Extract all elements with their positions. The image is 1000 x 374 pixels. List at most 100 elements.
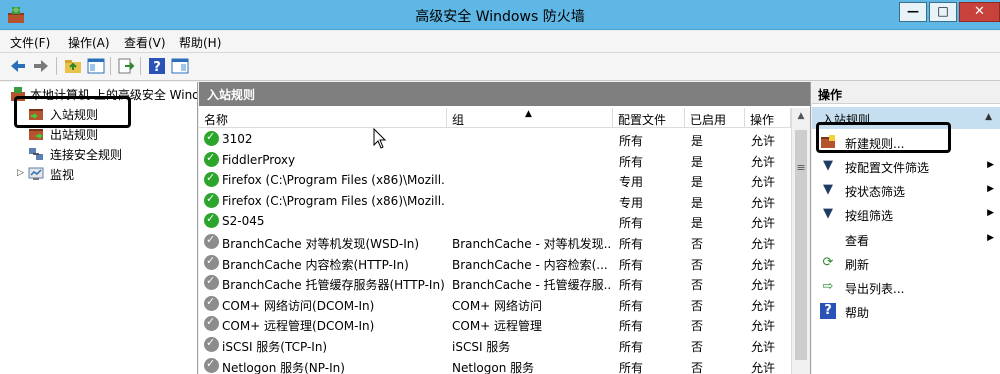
cell-enabled: 是 [691, 216, 704, 231]
pane-header: 入站规则 [199, 82, 810, 106]
action-label: 导出列表... [845, 282, 905, 296]
back-icon[interactable] [8, 56, 28, 76]
title-bar: 高级安全 Windows 防火墙 — □ ✕ [0, 0, 1000, 30]
toolbar-separator [56, 57, 57, 75]
table-row[interactable]: COM+ 网络访问(DCOM-In) COM+ 网络访问 所有 否 允许 [199, 294, 791, 315]
cell-enabled: 否 [691, 278, 704, 293]
scroll-up-arrow-icon[interactable]: ▲ [792, 108, 810, 126]
cell-name: COM+ 远程管理(DCOM-In) [222, 319, 375, 334]
tree-item-connection-security-rules[interactable]: 连接安全规则 [0, 144, 197, 164]
column-header-profile[interactable]: 配置文件 [613, 108, 685, 128]
highlight-box [14, 96, 131, 128]
column-header-action[interactable]: 操作 [745, 108, 791, 128]
menu-help[interactable]: 帮助(H) [179, 34, 221, 51]
table-row[interactable]: Netlogon 服务(NP-In) Netlogon 服务 所有 否 允许 [199, 356, 791, 374]
outbound-rules-icon [29, 129, 43, 140]
action-item[interactable]: 查看 ▶ [812, 227, 1000, 251]
rule-disabled-icon [204, 315, 219, 332]
cell-group: BranchCache - 对等机发现... [452, 237, 612, 251]
tree-item-label: 监视 [50, 168, 75, 182]
action-item[interactable]: ⟳ 刷新 [812, 251, 1000, 275]
rule-enabled-icon [204, 192, 219, 208]
maximize-button[interactable]: □ [929, 2, 957, 22]
export-icon[interactable] [116, 56, 136, 76]
cell-group: BranchCache - 托管缓存服... [452, 278, 612, 293]
table-row[interactable]: BranchCache 对等机发现(WSD-In) BranchCache - 对… [199, 232, 791, 253]
show-hide-tree-icon[interactable] [86, 56, 106, 76]
table-row[interactable]: iSCSI 服务(TCP-In) iSCSI 服务 所有 否 允许 [199, 335, 791, 356]
tree-item-label: 出站规则 [50, 128, 99, 142]
cell-group: BranchCache - 内容检索(... [452, 257, 608, 272]
toolbar-separator [110, 57, 111, 75]
action-item[interactable]: ▼ 按配置文件筛选 ▶ [812, 154, 1000, 178]
cell-name: BranchCache 对等机发现(WSD-In) [222, 237, 420, 251]
cell-profile: 所有 [619, 134, 644, 148]
action-item[interactable]: ⇨ 导出列表... [812, 275, 1000, 299]
cell-name: FiddlerProxy [222, 152, 296, 167]
table-row[interactable]: BranchCache 内容检索(HTTP-In) BranchCache - 内… [199, 253, 791, 274]
rule-disabled-icon [204, 336, 219, 352]
expand-arrow-icon[interactable]: ▷ [17, 168, 24, 178]
minimize-button[interactable]: — [899, 2, 927, 22]
action-item[interactable]: ? 帮助 [812, 299, 1000, 323]
menu-action[interactable]: 操作(A) [68, 34, 110, 51]
cell-name: iSCSI 服务(TCP-In) [222, 340, 328, 354]
cell-name: Firefox (C:\Program Files (x86)\Mozill..… [222, 173, 446, 188]
menu-file[interactable]: 文件(F) [10, 34, 50, 51]
cell-enabled: 否 [691, 257, 704, 272]
column-header-enabled[interactable]: 已启用 [685, 108, 745, 128]
rule-enabled-icon [204, 212, 219, 229]
action-item[interactable]: ▼ 按状态筛选 ▶ [812, 178, 1000, 202]
navigation-tree: 本地计算机 上的高级安全 Wind 入站规则 出站规则 连接安全规则 ▷ 监视 [0, 82, 198, 374]
monitoring-icon [28, 167, 44, 180]
cell-enabled: 否 [691, 298, 704, 313]
cell-group: COM+ 网络访问 [452, 298, 543, 313]
rule-disabled-icon [204, 295, 219, 311]
actions-header: 操作 [812, 82, 1000, 104]
table-row[interactable]: Firefox (C:\Program Files (x86)\Mozill..… [199, 191, 791, 212]
cell-profile: 专用 [619, 175, 644, 190]
rule-disabled-icon [204, 254, 219, 270]
action-label: 按配置文件筛选 [845, 161, 930, 175]
table-row[interactable]: COM+ 远程管理(DCOM-In) COM+ 远程管理 所有 否 允许 [199, 314, 791, 335]
filter-icon: ▼ [823, 206, 833, 221]
cell-enabled: 是 [691, 175, 704, 190]
cell-profile: 专用 [619, 195, 644, 210]
tree-item-monitoring[interactable]: ▷ 监视 [0, 164, 197, 184]
table-row[interactable]: S2-045 所有 是 允许 [199, 211, 791, 232]
table-row[interactable]: 3102 所有 是 允许 [199, 129, 791, 150]
table-row[interactable]: Firefox (C:\Program Files (x86)\Mozill..… [199, 170, 791, 191]
help-icon[interactable]: ? [147, 56, 167, 76]
menu-view[interactable]: 查看(V) [124, 34, 166, 51]
cell-enabled: 否 [691, 319, 704, 334]
table-row[interactable]: BranchCache 托管缓存服务器(HTTP-In) BranchCache … [199, 273, 791, 294]
cell-action: 允许 [751, 319, 776, 334]
help-icon: ? [820, 303, 836, 319]
show-hide-action-pane-icon[interactable] [170, 56, 190, 76]
rule-disabled-icon [204, 357, 219, 373]
cell-action: 允许 [751, 257, 776, 272]
connection-security-icon [29, 148, 43, 160]
close-button[interactable]: ✕ [959, 2, 1000, 22]
svg-text:?: ? [153, 60, 161, 75]
vertical-scrollbar[interactable]: ▲ ≡ [791, 108, 810, 374]
cell-enabled: 是 [691, 134, 704, 148]
cell-name: Firefox (C:\Program Files (x86)\Mozill..… [222, 193, 446, 208]
cell-name: BranchCache 托管缓存服务器(HTTP-In) [222, 278, 445, 293]
cell-enabled: 否 [691, 340, 704, 354]
action-label: 帮助 [845, 306, 870, 320]
column-header-group[interactable]: 组 ▲ [447, 108, 613, 128]
highlight-box [816, 122, 951, 153]
cell-profile: 所有 [619, 216, 644, 231]
up-folder-icon[interactable] [63, 56, 83, 76]
action-item[interactable]: ▼ 按组筛选 ▶ [812, 202, 1000, 226]
table-row[interactable]: FiddlerProxy 所有 是 允许 [199, 150, 791, 171]
submenu-arrow-icon: ▶ [987, 233, 994, 243]
cell-name: COM+ 网络访问(DCOM-In) [222, 298, 375, 313]
rule-disabled-icon [204, 274, 219, 291]
cell-action: 允许 [751, 216, 776, 231]
cell-name: 3102 [222, 132, 253, 146]
column-header-name[interactable]: 名称 [199, 108, 447, 128]
forward-icon[interactable] [31, 56, 51, 76]
collapse-caret-icon[interactable]: ▲ [985, 112, 992, 122]
